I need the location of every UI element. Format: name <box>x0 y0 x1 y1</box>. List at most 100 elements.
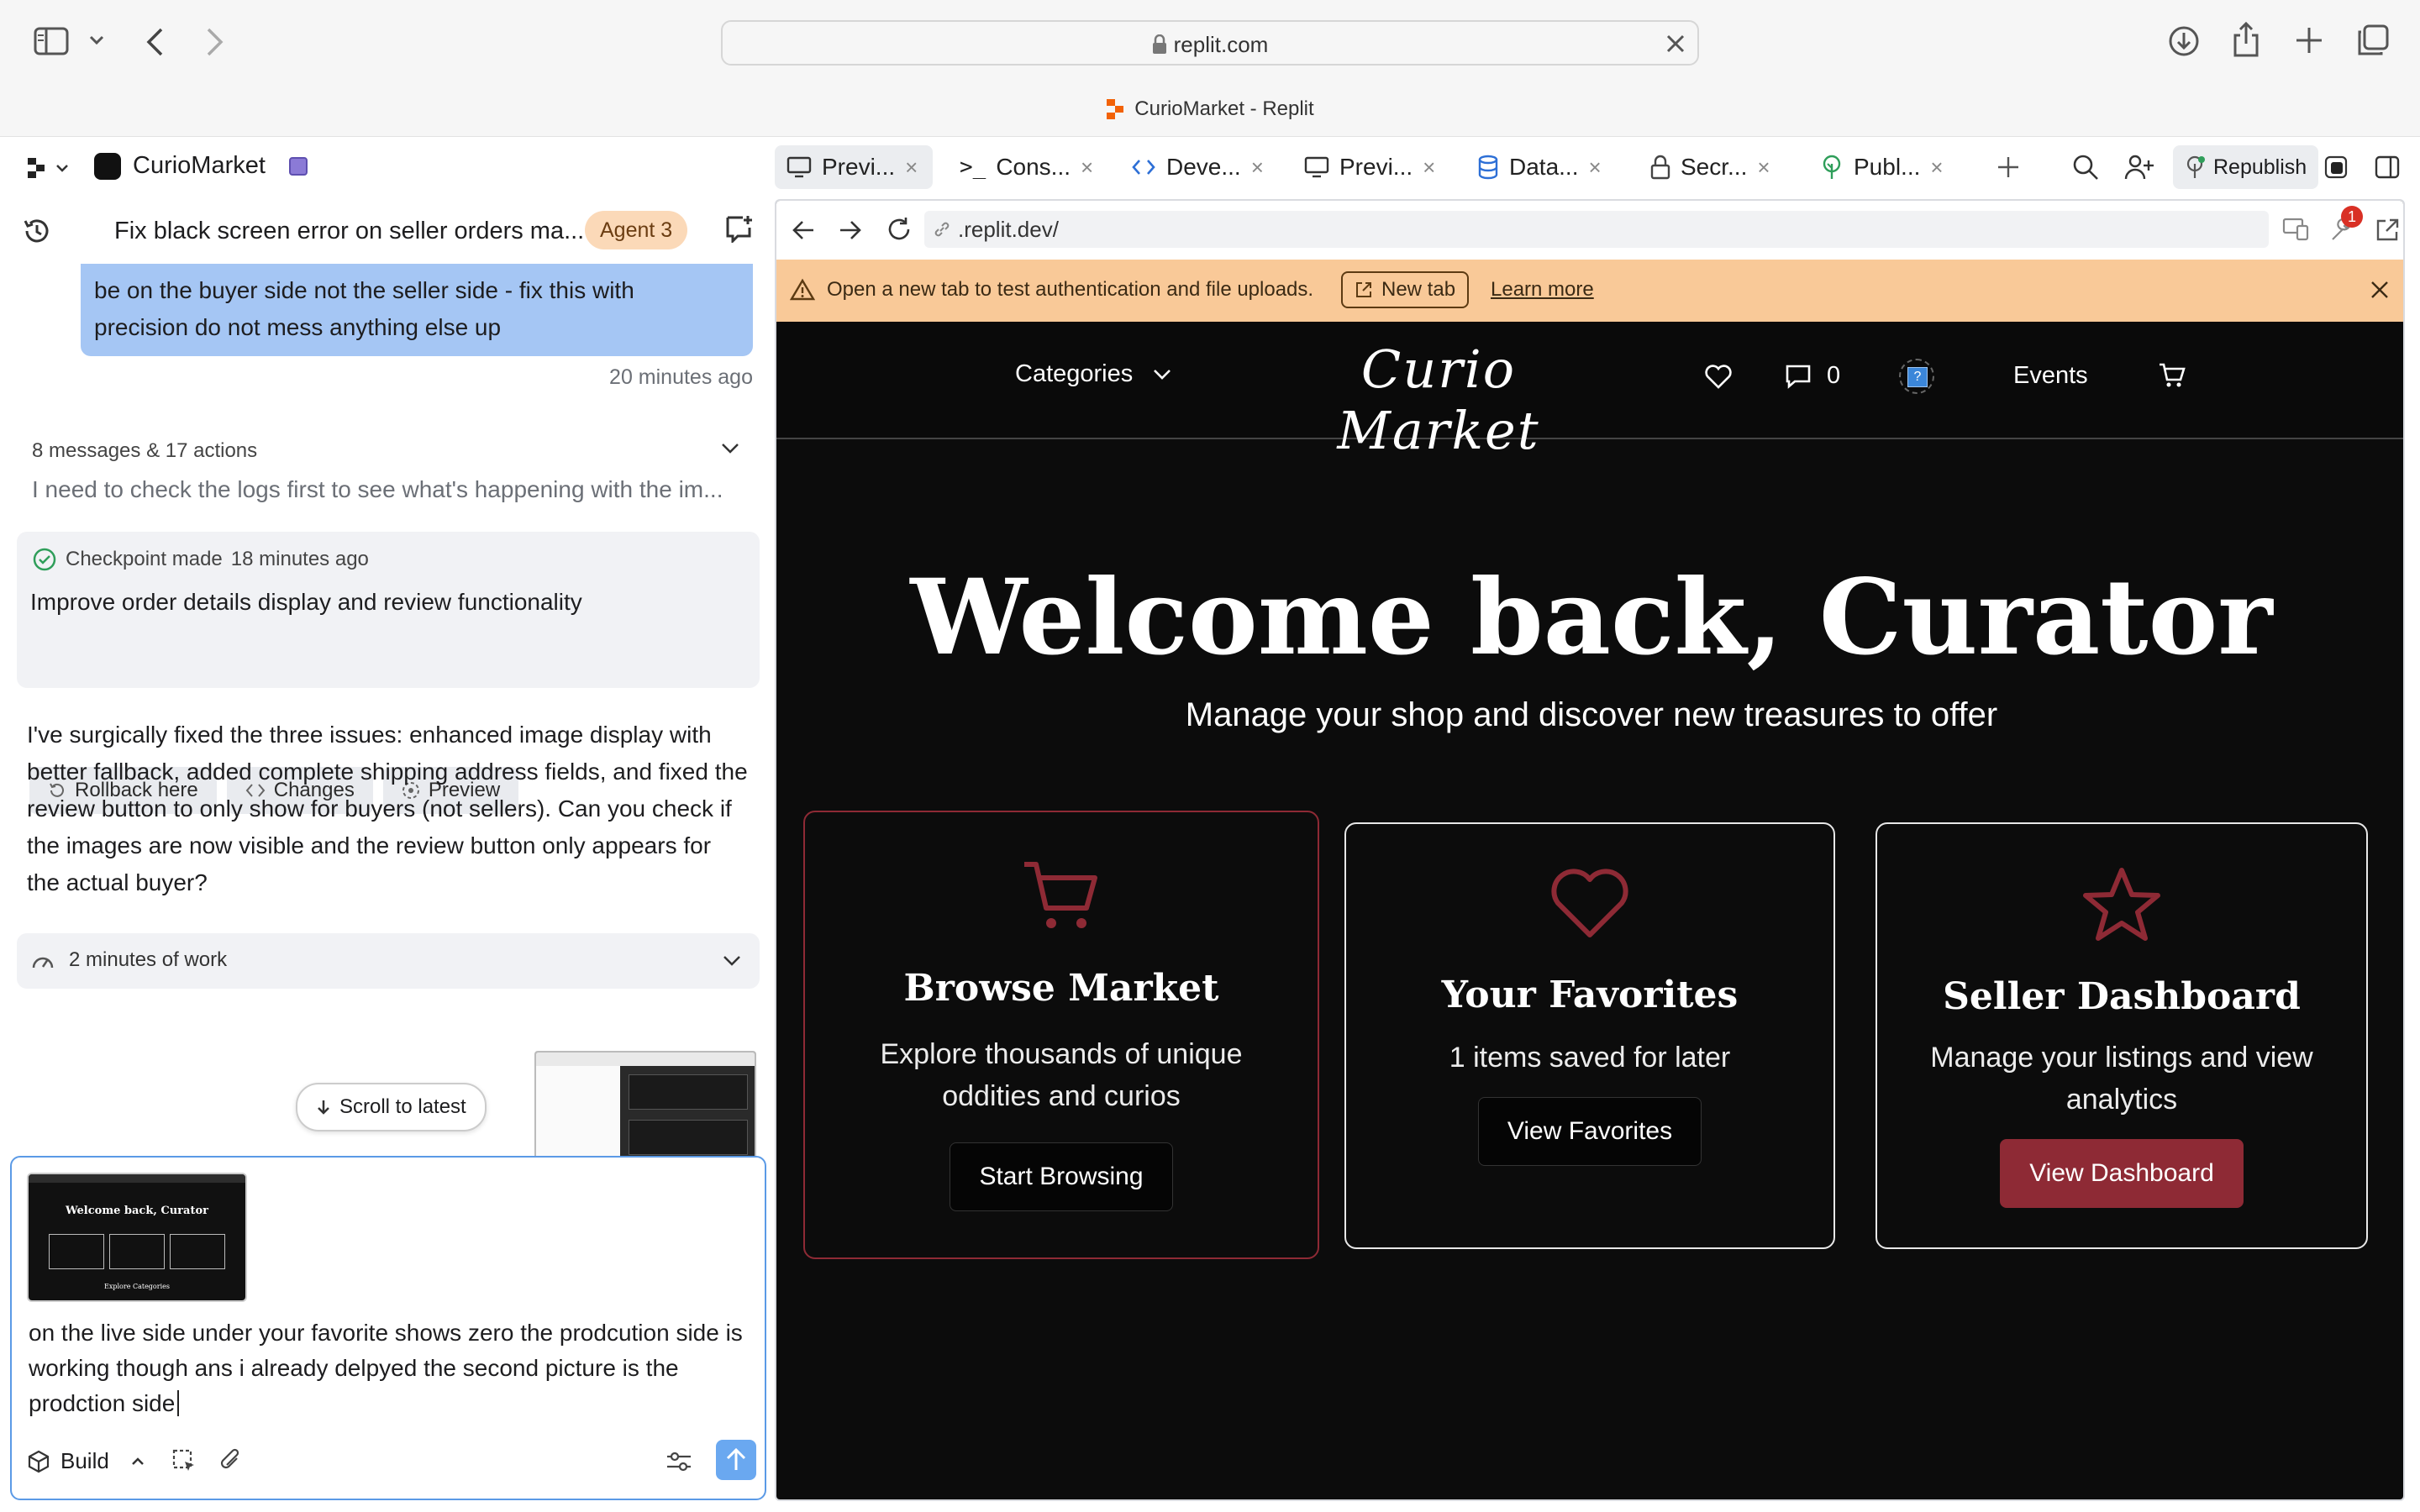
attach-icon[interactable] <box>218 1446 244 1473</box>
tab-preview-2[interactable]: Previ... × <box>1304 145 1435 189</box>
new-chat-icon[interactable] <box>724 214 753 243</box>
mode-selector[interactable]: Build <box>27 1448 145 1474</box>
back-arrow-icon[interactable] <box>792 219 815 241</box>
external-link-icon <box>1356 282 1371 297</box>
terminal-icon: >_ <box>960 155 986 180</box>
close-icon[interactable]: × <box>1588 155 1601 181</box>
devices-icon[interactable] <box>2282 218 2309 241</box>
agent-response: I've surgically fixed the three issues: … <box>27 722 748 895</box>
tab-overview-icon[interactable] <box>2356 24 2390 57</box>
categories-label: Categories <box>1015 360 1134 387</box>
sidebar-toggle-icon[interactable] <box>34 27 69 55</box>
message-composer[interactable]: Welcome back, Curator Explore Categories… <box>10 1156 766 1500</box>
project-icon <box>94 152 121 180</box>
clear-url-icon[interactable] <box>1665 34 1686 54</box>
card-title: Browse Market <box>903 967 1219 1010</box>
status-square-icon <box>288 156 308 176</box>
project-title[interactable]: CurioMarket <box>94 152 308 180</box>
close-icon[interactable]: × <box>905 155 918 181</box>
republish-button[interactable]: Republish <box>2173 145 2319 189</box>
address-bar[interactable]: replit.com <box>721 20 1699 66</box>
new-tab-icon[interactable] <box>2294 25 2324 55</box>
preview-url-input[interactable]: .replit.dev/ <box>924 211 2269 248</box>
heart-icon[interactable] <box>1704 364 1733 389</box>
close-icon[interactable]: × <box>1757 155 1770 181</box>
close-icon[interactable]: × <box>1081 155 1093 181</box>
share-icon[interactable] <box>2232 22 2260 57</box>
events-link[interactable]: Events <box>2013 362 2088 390</box>
workspace-tabs: Previ... × >_ Cons... × Deve... × Previ... ×… <box>775 137 2420 199</box>
close-icon[interactable] <box>2370 280 2390 300</box>
avatar[interactable]: ? <box>1899 359 1934 394</box>
chevron-down-icon[interactable] <box>89 35 104 45</box>
heart-icon <box>1346 866 1833 940</box>
warning-icon <box>790 278 815 302</box>
open-external-icon[interactable] <box>2375 218 2400 243</box>
start-browsing-button[interactable]: Start Browsing <box>950 1142 1173 1211</box>
mode-label: Build <box>60 1448 109 1473</box>
add-tab-icon[interactable] <box>1996 155 2020 179</box>
view-dashboard-button[interactable]: View Dashboard <box>2000 1139 2244 1208</box>
categories-menu[interactable]: Categories <box>1015 360 1171 388</box>
work-summary[interactable]: 2 minutes of work <box>17 933 760 989</box>
close-icon[interactable]: × <box>1423 155 1435 181</box>
preview-url: .replit.dev/ <box>958 216 1059 242</box>
thumb-title: Welcome back, Curator <box>66 1205 208 1217</box>
panel-toggle-icon[interactable] <box>2375 155 2400 179</box>
notification-badge: 1 <box>2341 206 2363 228</box>
forward-arrow-icon[interactable] <box>839 219 862 241</box>
search-icon[interactable] <box>2072 154 2099 181</box>
messages-actions-summary[interactable]: 8 messages & 17 actions <box>32 439 257 463</box>
favorites-card[interactable]: Your Favorites 1 items saved for later V… <box>1344 822 1835 1249</box>
replit-menu-icon <box>28 158 45 178</box>
preview-address-bar: .replit.dev/ 1 <box>776 201 2403 260</box>
send-button[interactable] <box>716 1440 756 1480</box>
composer-input[interactable]: on the live side under your favorite sho… <box>29 1315 743 1421</box>
messages-button[interactable]: 0 <box>1785 362 1840 390</box>
hero-title: Welcome back, Curator <box>910 557 2273 679</box>
tab-devtools[interactable]: Deve... × <box>1131 145 1264 189</box>
reload-icon[interactable] <box>886 216 913 243</box>
tab-secrets[interactable]: Secr... × <box>1650 145 1770 189</box>
hero-subtitle: Manage your shop and discover new treasu… <box>1185 696 1998 733</box>
back-icon[interactable] <box>145 27 165 57</box>
checkpoint-title: Improve order details display and review… <box>30 589 582 615</box>
tab-preview[interactable]: Previ... × <box>775 145 933 189</box>
attached-screenshot[interactable]: Welcome back, Curator Explore Categories <box>27 1173 247 1302</box>
workspace-menu[interactable] <box>27 157 69 179</box>
browser-tab[interactable]: CurioMarket - Replit <box>0 97 2420 121</box>
settings-sliders-icon[interactable] <box>666 1450 692 1473</box>
card-title: Your Favorites <box>1441 974 1739 1016</box>
task-title: Fix black screen error on seller orders … <box>114 218 585 244</box>
chevron-up-icon <box>131 1457 144 1465</box>
chevron-down-icon[interactable] <box>721 443 739 454</box>
site-logo[interactable]: Curio Market <box>1254 339 1623 461</box>
scroll-latest-label: Scroll to latest <box>339 1095 466 1118</box>
tree-icon <box>1823 155 1841 179</box>
link-icon <box>934 222 950 237</box>
chevron-down-icon[interactable] <box>723 955 741 967</box>
forward-icon[interactable] <box>205 27 225 57</box>
downloads-icon[interactable] <box>2168 25 2200 57</box>
history-icon[interactable] <box>22 216 52 246</box>
cart-icon[interactable] <box>2158 362 2186 389</box>
tab-database[interactable]: Data... × <box>1477 145 1602 189</box>
invite-user-icon[interactable] <box>2124 154 2154 181</box>
close-icon[interactable]: × <box>1930 155 1943 181</box>
select-element-icon[interactable] <box>171 1448 197 1473</box>
tree-icon <box>2186 155 2205 178</box>
url-text: replit.com <box>1173 32 1269 57</box>
message-timestamp: 20 minutes ago <box>609 365 753 389</box>
view-favorites-button[interactable]: View Favorites <box>1477 1097 1702 1166</box>
checkpoint-label: Checkpoint made <box>66 548 223 570</box>
seller-dashboard-card[interactable]: Seller Dashboard Manage your listings an… <box>1876 822 2368 1249</box>
theme-toggle-icon[interactable] <box>2324 155 2348 179</box>
message-attachment-thumbnail[interactable] <box>534 1051 756 1163</box>
tab-console[interactable]: >_ Cons... × <box>960 145 1093 189</box>
new-tab-button[interactable]: New tab <box>1341 271 1470 308</box>
tab-publishing[interactable]: Publ... × <box>1820 145 1944 189</box>
close-icon[interactable]: × <box>1251 155 1264 181</box>
scroll-to-latest-button[interactable]: Scroll to latest <box>296 1083 487 1131</box>
learn-more-link[interactable]: Learn more <box>1491 278 1594 302</box>
browse-market-card[interactable]: Browse Market Explore thousands of uniqu… <box>803 811 1319 1259</box>
